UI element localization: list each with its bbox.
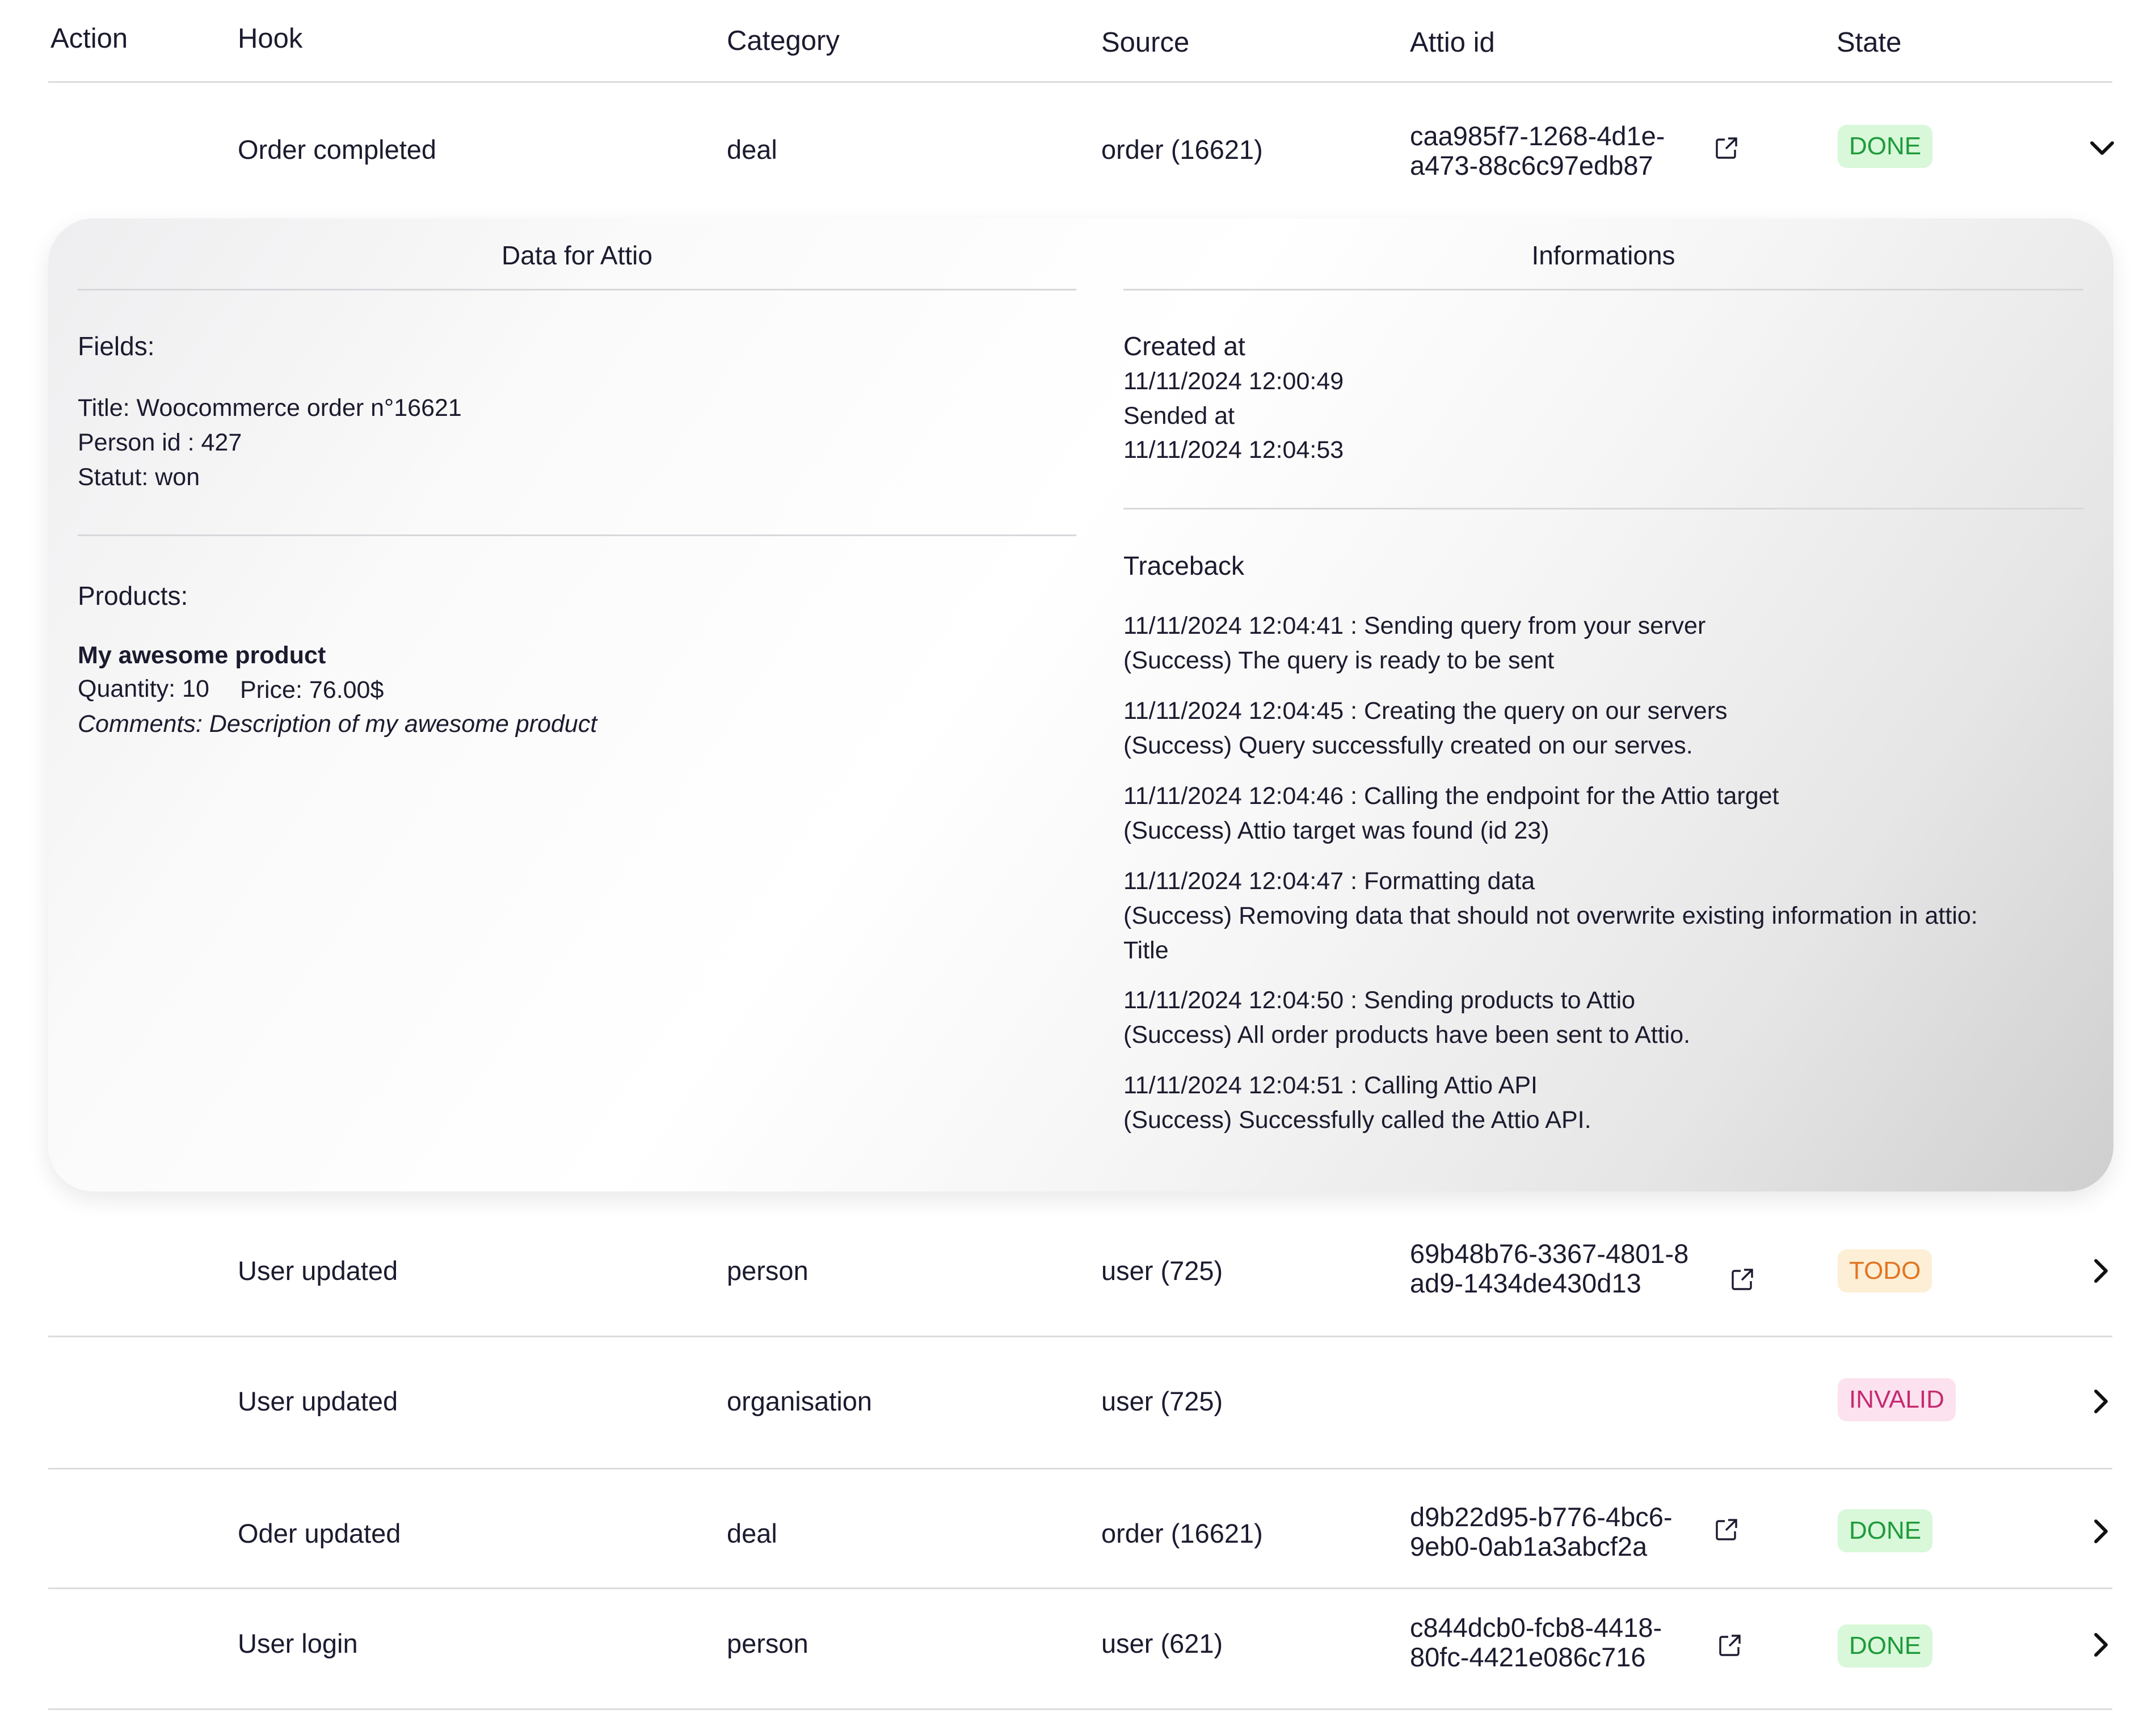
row-attio-id-line1: c844dcb0-fcb8-4418- bbox=[1410, 1612, 1662, 1643]
row-hook: User updated bbox=[238, 1256, 398, 1286]
row-attio-id-line1: d9b22d95-b776-4bc6- bbox=[1410, 1502, 1673, 1532]
external-link-icon[interactable] bbox=[1716, 1632, 1743, 1660]
row-hook: Order completed bbox=[238, 134, 437, 165]
traceback-line: 11/11/2024 12:04:45 : Creating the query… bbox=[1123, 697, 1728, 725]
row-source: user (725) bbox=[1101, 1386, 1223, 1416]
product-price: Price: 76.00$ bbox=[240, 676, 384, 704]
row-attio-id-line2: a473-88c6c97edb87 bbox=[1410, 150, 1653, 180]
created-at-value: 11/11/2024 12:00:49 bbox=[1123, 368, 1344, 395]
row-hook: Oder updated bbox=[238, 1518, 401, 1548]
chevron-right-icon[interactable] bbox=[2086, 1516, 2116, 1547]
traceback-line: (Success) All order products have been s… bbox=[1123, 1021, 1691, 1049]
chevron-down-icon[interactable] bbox=[2087, 133, 2117, 163]
divider bbox=[1123, 508, 2083, 509]
header-attio-id: Attio id bbox=[1410, 27, 1495, 58]
external-link-icon[interactable] bbox=[1728, 1266, 1755, 1294]
field-statut: Statut: won bbox=[78, 464, 200, 491]
table-row[interactable]: User updated organisation user (725) INV… bbox=[0, 1337, 2156, 1469]
traceback-line: (Success) Removing data that should not … bbox=[1123, 902, 1978, 929]
header-state: State bbox=[1837, 27, 1902, 58]
traceback-label: Traceback bbox=[1123, 551, 1245, 580]
product-comments: Comments: Description of my awesome prod… bbox=[78, 710, 597, 738]
field-person-id: Person id : 427 bbox=[78, 429, 242, 456]
table-row[interactable]: User login person user (621) c844dcb0-fc… bbox=[0, 1589, 2156, 1710]
chevron-right-icon[interactable] bbox=[2086, 1386, 2116, 1417]
table-row[interactable]: User updated person user (725) 69b48b76-… bbox=[0, 1226, 2156, 1337]
created-at-label: Created at bbox=[1123, 331, 1245, 361]
external-link-icon[interactable] bbox=[1712, 1517, 1740, 1544]
external-link-icon[interactable] bbox=[1712, 135, 1740, 162]
row-category: person bbox=[727, 1256, 809, 1286]
row-attio-id-line2: 80fc-4421e086c716 bbox=[1410, 1642, 1646, 1672]
row-source: order (16621) bbox=[1101, 1518, 1263, 1548]
traceback-entry: 11/11/2024 12:04:45 : Creating the query… bbox=[1123, 694, 1728, 763]
traceback-entry: 11/11/2024 12:04:51 : Calling Attio API … bbox=[1123, 1068, 1591, 1138]
traceback-line: 11/11/2024 12:04:47 : Formatting data bbox=[1123, 868, 1535, 895]
divider bbox=[78, 534, 1076, 536]
header-hook: Hook bbox=[238, 23, 303, 54]
table-header: Action Hook Category Source Attio id Sta… bbox=[0, 0, 2156, 83]
row-attio-id-line2: 9eb0-0ab1a3abcf2a bbox=[1410, 1531, 1648, 1561]
traceback-line: (Success) The query is ready to be sent bbox=[1123, 647, 1555, 674]
traceback-line: (Success) Successfully called the Attio … bbox=[1123, 1106, 1591, 1134]
row-attio-id-line1: caa985f7-1268-4d1e- bbox=[1410, 121, 1665, 151]
row-hook: User updated bbox=[238, 1386, 398, 1416]
row-attio-id-line2: ad9-1434de430d13 bbox=[1410, 1268, 1641, 1298]
fields-label: Fields: bbox=[78, 331, 155, 361]
row-source: user (725) bbox=[1101, 1256, 1223, 1286]
status-badge: DONE bbox=[1838, 1624, 1933, 1668]
traceback-entry: 11/11/2024 12:04:46 : Calling the endpoi… bbox=[1123, 779, 1779, 848]
row-category: deal bbox=[727, 134, 777, 165]
row-divider bbox=[48, 1708, 2112, 1710]
traceback-line: (Success) Attio target was found (id 23) bbox=[1123, 817, 1549, 844]
sended-at-label: Sended at bbox=[1123, 402, 1235, 430]
row-category: deal bbox=[727, 1518, 777, 1548]
traceback-entry: 11/11/2024 12:04:50 : Sending products t… bbox=[1123, 983, 1690, 1052]
header-source: Source bbox=[1101, 27, 1190, 58]
row-category: organisation bbox=[727, 1386, 873, 1416]
product-name: My awesome product bbox=[78, 642, 326, 669]
divider bbox=[1123, 289, 2083, 290]
field-title: Title: Woocommerce order n°16621 bbox=[78, 394, 462, 422]
row-source: user (621) bbox=[1101, 1628, 1223, 1658]
divider bbox=[78, 289, 1076, 290]
table-row[interactable]: Order completed deal order (16621) caa98… bbox=[0, 83, 2156, 218]
traceback-entry: 11/11/2024 12:04:41 : Sending query from… bbox=[1123, 609, 1706, 678]
row-source: order (16621) bbox=[1101, 134, 1263, 165]
traceback-line: Title bbox=[1123, 937, 1169, 964]
traceback-entry: 11/11/2024 12:04:47 : Formatting data (S… bbox=[1123, 864, 1978, 968]
product-quantity: Quantity: 10 bbox=[78, 675, 209, 702]
status-badge: DONE bbox=[1838, 1509, 1933, 1552]
chevron-right-icon[interactable] bbox=[2086, 1629, 2116, 1660]
data-for-attio-title: Data for Attio bbox=[502, 241, 652, 270]
informations-title: Informations bbox=[1531, 241, 1675, 270]
table-row[interactable]: Oder updated deal order (16621) d9b22d95… bbox=[0, 1469, 2156, 1589]
header-action: Action bbox=[50, 23, 128, 54]
traceback-line: 11/11/2024 12:04:46 : Calling the endpoi… bbox=[1123, 782, 1779, 810]
sended-at-value: 11/11/2024 12:04:53 bbox=[1123, 436, 1344, 464]
row-category: person bbox=[727, 1628, 809, 1658]
chevron-right-icon[interactable] bbox=[2086, 1256, 2116, 1286]
traceback-line: 11/11/2024 12:04:41 : Sending query from… bbox=[1123, 612, 1706, 639]
status-badge: DONE bbox=[1838, 125, 1933, 168]
traceback-line: 11/11/2024 12:04:50 : Sending products t… bbox=[1123, 987, 1636, 1014]
traceback-line: 11/11/2024 12:04:51 : Calling Attio API bbox=[1123, 1072, 1538, 1099]
row-hook: User login bbox=[238, 1628, 358, 1658]
row-attio-id-line1: 69b48b76-3367-4801-8 bbox=[1410, 1239, 1689, 1269]
products-label: Products: bbox=[78, 581, 188, 610]
status-badge: INVALID bbox=[1838, 1378, 1956, 1421]
status-badge: TODO bbox=[1838, 1249, 1932, 1292]
row-details-panel: Data for Attio Fields: Title: Woocommerc… bbox=[48, 218, 2113, 1191]
header-category: Category bbox=[727, 26, 840, 56]
traceback-line: (Success) Query successfully created on … bbox=[1123, 732, 1693, 759]
